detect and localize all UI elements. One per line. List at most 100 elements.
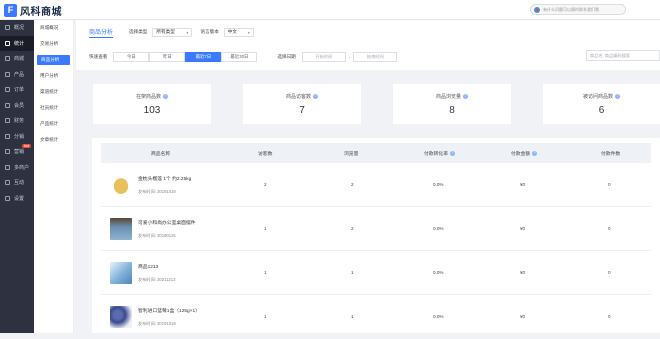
cell-conversion: 0.0% [433, 314, 444, 319]
product-search-input[interactable]: 商品名, 商品编码搜索 [586, 50, 660, 61]
table-row[interactable]: 商品1213 发布时间: 20211213 1 1 0.0% ¥0 0 [101, 251, 651, 295]
table-row[interactable]: 可爱小和尚办公室桌面摆件 发布时间: 20190125 1 2 0.0% ¥0 … [101, 207, 651, 251]
product-table: 商品名称 访客数 浏览量 付款转化率? 付款金额? 付款件数 金枕头榴莲 1个 … [92, 138, 660, 333]
col-views[interactable]: 浏览量 [344, 143, 358, 163]
sidebar-item-distribution[interactable]: 分销 [0, 129, 34, 145]
stat-value: 6 [598, 104, 605, 116]
quick-yesterday-button[interactable]: 昨日 [149, 52, 186, 62]
notice-search[interactable]: 有什么问题可以随时联系我们哦 [530, 4, 626, 15]
col-product-name: 商品名称 [151, 143, 170, 163]
cell-quantity: 0 [608, 270, 611, 275]
sidebar-item-mall[interactable]: 商城 [0, 51, 34, 67]
date-value: 20190125 [157, 233, 176, 238]
col-conversion[interactable]: 付款转化率? [424, 143, 455, 163]
help-icon[interactable]: ? [163, 93, 168, 99]
col-label: 访客数 [258, 151, 273, 157]
lang-select-value: 中文 [227, 29, 237, 34]
product-name[interactable]: 可爱小和尚办公室桌面摆件 [138, 219, 196, 226]
sidebar-item-products[interactable]: 产品 [0, 67, 34, 83]
sidebar-item-merchants[interactable]: 多商户 [0, 160, 34, 176]
cell-amount: ¥0 [520, 182, 526, 187]
type-label: 选择类型 [129, 29, 148, 34]
help-icon[interactable]: ? [532, 150, 538, 156]
sidebar-item-label: 设置 [14, 195, 25, 202]
filter-row-date: 快速查看 今日 昨日 最近7日 最近30日 选择日期 开始时间 - 结束时间 商… [76, 50, 660, 64]
sidebar-item-label: 多商户 [14, 164, 30, 171]
product-thumbnail[interactable] [110, 306, 132, 328]
sidebar-item-finance[interactable]: 财务 [0, 113, 34, 129]
col-visitors[interactable]: 访客数 [258, 143, 272, 163]
logo[interactable]: F 风科商城 [4, 3, 62, 18]
tab-product-analysis[interactable]: 商品分析 [89, 27, 114, 38]
filter-bar: 商品分析 选择类型 所有类型 ▾ 语言版本 中文 ▾ 快速查看 今日 昨日 最近… [76, 20, 660, 70]
product-name[interactable]: 金枕头榴莲 1个 约2.25kg [138, 175, 191, 182]
megaphone-icon [5, 149, 10, 155]
sidebar-item-statistics[interactable]: 统计 [0, 35, 34, 51]
sidebar-item-label: 订单 [14, 87, 25, 94]
table-row[interactable]: 智利进口蓝莓1盒（125g×1） 发布时间: 20191019 1 1 0.0%… [101, 295, 651, 339]
cell-visitors: 2 [264, 182, 267, 187]
help-icon[interactable]: ? [463, 93, 468, 99]
notice-text: 有什么问题可以随时联系我们哦 [543, 6, 599, 12]
sidebar-item-overview[interactable]: 概况 [0, 20, 34, 36]
subnav-item-product-analysis[interactable]: 商品分析 [37, 55, 70, 65]
quick-7days-button[interactable]: 最近7日 [185, 52, 222, 62]
start-date-input[interactable]: 开始时间 [301, 52, 346, 62]
quick-today-button[interactable]: 今日 [113, 52, 150, 62]
help-icon[interactable]: ? [615, 93, 620, 99]
col-amount[interactable]: 付款金额? [511, 143, 538, 163]
subnav-item-product-stats[interactable]: 产品统计 [34, 116, 73, 132]
order-icon [5, 87, 10, 93]
col-label: 付款金额 [511, 151, 531, 157]
wallet-icon [5, 118, 10, 124]
col-quantity[interactable]: 付款件数 [601, 143, 620, 163]
stat-value: 8 [449, 104, 455, 116]
sidebar-item-label: 概况 [14, 25, 25, 32]
product-thumbnail[interactable] [110, 262, 132, 284]
subnav-item-channel-stats[interactable]: 渠道统计 [34, 84, 73, 100]
chevron-down-icon: ▾ [247, 29, 250, 35]
subnav-item-member-stats[interactable]: 社员统计 [34, 100, 73, 116]
product-name[interactable]: 商品1213 [138, 263, 158, 270]
shop-icon [5, 56, 10, 62]
stats-cards: 在架商品数? 103 商品访客数? 7 商品浏览量? 8 被访问商品数? 6 [76, 78, 660, 130]
subnav-item-trade-analysis[interactable]: 交易分析 [34, 36, 73, 52]
gear-icon [5, 195, 10, 201]
end-date-input[interactable]: 结束时间 [353, 52, 398, 62]
logo-icon: F [4, 4, 17, 17]
sidebar-item-label: 财务 [14, 118, 25, 125]
date-value: 20191019 [157, 189, 176, 194]
product-thumbnail[interactable] [110, 218, 132, 240]
sidebar-item-settings[interactable]: 设置 [0, 191, 34, 207]
store-icon [5, 164, 10, 170]
date-value: 20211213 [157, 277, 176, 282]
help-icon[interactable]: ? [313, 93, 318, 99]
product-date: 发布时间: 20211213 [138, 277, 176, 282]
sidebar-item-label: 互动 [14, 180, 25, 187]
product-thumbnail[interactable] [110, 174, 132, 196]
product-name[interactable]: 智利进口蓝莓1盒（125g×1） [138, 307, 200, 314]
subnav-item-user-analysis[interactable]: 用户分析 [34, 68, 73, 84]
stat-value: 7 [299, 104, 305, 116]
cell-visitors: 1 [264, 270, 267, 275]
subnav-item-article-stats[interactable]: 文章统计 [34, 132, 73, 148]
date-label: 选择日期 [277, 54, 296, 59]
lang-select[interactable]: 中文 ▾ [223, 27, 254, 37]
date-prefix: 发布时间 [138, 189, 155, 194]
col-label: 付款件数 [601, 151, 621, 157]
sidebar-item-interaction[interactable]: 互动 [0, 175, 34, 191]
sidebar-item-members[interactable]: 会员 [0, 98, 34, 114]
stat-label-text: 被访问商品数 [582, 93, 613, 100]
cell-amount: ¥0 [520, 270, 526, 275]
table-row[interactable]: 金枕头榴莲 1个 约2.25kg 发布时间: 20191019 2 2 0.0%… [101, 163, 651, 207]
stat-label: 在架商品数? [136, 93, 168, 100]
sidebar-item-marketing[interactable]: 营销 hot [0, 144, 34, 160]
help-icon[interactable]: ? [450, 150, 455, 156]
subnav-item-mall-overview[interactable]: 商城概况 [34, 20, 73, 36]
top-bar: F 风科商城 有什么问题可以随时联系我们哦 [0, 0, 660, 20]
cell-visitors: 1 [264, 314, 267, 319]
quick-30days-button[interactable]: 最近30日 [221, 52, 258, 62]
cell-views: 2 [351, 226, 354, 231]
sidebar-item-orders[interactable]: 订单 [0, 82, 34, 98]
type-select[interactable]: 所有类型 ▾ [152, 27, 193, 37]
